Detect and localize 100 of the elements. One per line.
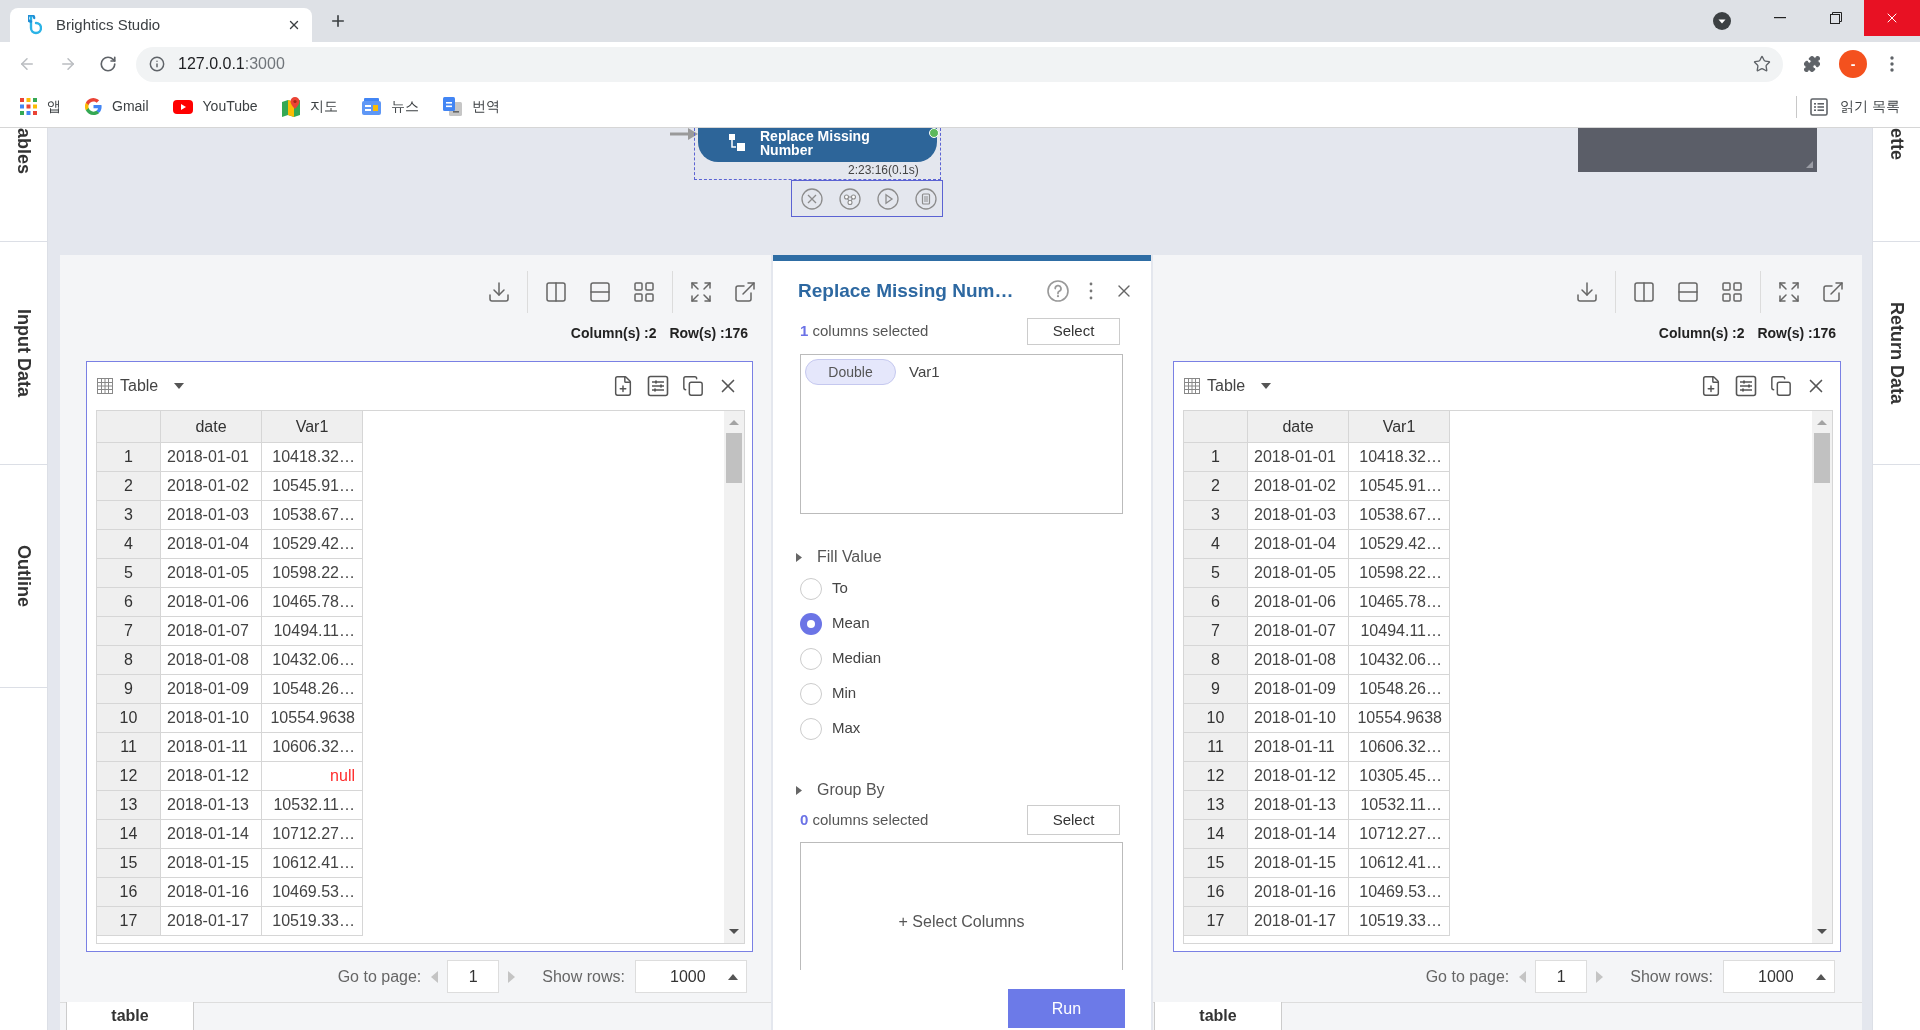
scrollbar-thumb[interactable] — [1814, 433, 1830, 483]
scrollbar[interactable] — [724, 411, 744, 943]
table-cell: 10519.33… — [262, 907, 363, 936]
table-title[interactable]: Table — [120, 374, 159, 398]
sidebar-tab[interactable]: ables — [13, 128, 34, 175]
rows-select[interactable]: 1000 — [635, 960, 747, 993]
row-number: 15 — [1184, 849, 1248, 878]
select-button[interactable]: Select — [1027, 317, 1120, 345]
radio-button[interactable] — [800, 647, 822, 670]
restore-icon[interactable] — [1830, 12, 1842, 24]
fullscreen-icon[interactable] — [1777, 280, 1801, 304]
browser-tab[interactable]: Brightics Studio — [10, 8, 312, 42]
download-icon[interactable] — [1575, 280, 1599, 304]
table-icon — [97, 378, 113, 394]
table-cell: 10418.32… — [262, 443, 363, 472]
radio-label[interactable]: Median — [832, 647, 882, 670]
column-header[interactable]: Var1 — [1349, 411, 1450, 443]
table-cell: 2018-01-13 — [1248, 791, 1349, 820]
column-count: Column(s) :2 — [570, 325, 657, 342]
sidebar-tab[interactable]: Return Data — [1886, 302, 1907, 404]
sidebar-tab[interactable]: ette — [1886, 128, 1907, 160]
bookmark-link[interactable]: Gmail — [85, 95, 149, 118]
add-file-icon[interactable] — [612, 375, 634, 397]
section-label[interactable]: Group By — [817, 778, 885, 802]
column-header[interactable]: date — [161, 411, 262, 443]
dropdown-icon[interactable] — [1713, 12, 1731, 30]
column-settings-icon[interactable] — [1735, 375, 1757, 397]
bookmark-link[interactable]: YouTube — [172, 95, 258, 118]
radio-label[interactable]: To — [832, 577, 848, 600]
play-icon[interactable] — [877, 187, 899, 210]
run-button[interactable]: Run — [1008, 989, 1125, 1028]
column-settings-icon[interactable] — [647, 375, 669, 397]
copy-icon[interactable] — [1770, 375, 1792, 397]
table-cell: 2018-01-16 — [161, 878, 262, 907]
nodes-icon[interactable] — [839, 187, 861, 210]
more-icon[interactable] — [1089, 282, 1093, 300]
reading-list-button[interactable]: 읽기 목록 — [1810, 95, 1900, 118]
download-icon[interactable] — [487, 280, 511, 304]
menu-icon[interactable] — [1890, 56, 1894, 72]
radio-button[interactable] — [800, 612, 822, 635]
page-field[interactable]: 1 — [1535, 960, 1588, 993]
scrollbar[interactable] — [1812, 411, 1832, 943]
bookmark-link[interactable]: 번역 — [442, 95, 500, 118]
puzzle-icon[interactable] — [1803, 55, 1821, 73]
radio-label[interactable]: Max — [832, 717, 861, 740]
reload-icon[interactable] — [99, 55, 117, 73]
run-time: 2:23:16(0.1s) — [848, 163, 919, 177]
select-button[interactable]: Select — [1027, 805, 1120, 835]
split-rows-icon[interactable] — [1676, 280, 1700, 304]
row-number: 5 — [97, 559, 161, 588]
caret-down-icon[interactable] — [174, 383, 185, 389]
scrollbar-thumb[interactable] — [726, 433, 742, 483]
table-cell: 2018-01-11 — [1248, 733, 1349, 762]
document-icon[interactable] — [915, 187, 937, 210]
table-cell: 2018-01-15 — [1248, 849, 1349, 878]
radio-button[interactable] — [800, 717, 822, 740]
select-columns-link[interactable]: + Select Columns — [898, 912, 1025, 932]
bookmark-star-icon[interactable] — [1753, 55, 1771, 73]
table-title[interactable]: Table — [1207, 374, 1246, 398]
page-field[interactable]: 1 — [447, 960, 500, 993]
radio-button[interactable] — [800, 682, 822, 705]
bookmark-link[interactable]: 앱 — [20, 95, 61, 118]
caret-right-icon[interactable] — [796, 785, 802, 795]
caret-right-icon[interactable] — [796, 552, 802, 562]
add-file-icon[interactable] — [1700, 375, 1722, 397]
radio-label[interactable]: Min — [832, 682, 857, 705]
caret-down-icon[interactable] — [1261, 383, 1272, 389]
radio-button[interactable] — [800, 577, 822, 600]
help-icon[interactable] — [1047, 280, 1069, 302]
split-rows-icon[interactable] — [588, 280, 612, 304]
info-icon[interactable] — [149, 56, 165, 72]
resize-handle-icon[interactable] — [1806, 161, 1813, 168]
section-label[interactable]: Fill Value — [817, 545, 882, 569]
copy-icon[interactable] — [682, 375, 704, 397]
grid-layout-icon[interactable] — [632, 280, 656, 304]
external-link-icon[interactable] — [733, 280, 757, 304]
result-tab[interactable]: table — [1154, 1002, 1282, 1030]
scroll-down-icon[interactable] — [1817, 929, 1827, 934]
column-header[interactable]: date — [1248, 411, 1349, 443]
new-tab-icon[interactable] — [329, 12, 347, 30]
split-columns-icon[interactable] — [544, 280, 568, 304]
external-link-icon[interactable] — [1821, 280, 1845, 304]
circle-x-icon[interactable] — [801, 187, 823, 210]
scroll-down-icon[interactable] — [729, 929, 739, 934]
bookmark-link[interactable]: 지도 — [281, 95, 338, 118]
sidebar-tab[interactable]: Input Data — [13, 309, 34, 397]
workflow-node[interactable]: Replace Missing Number — [698, 128, 937, 162]
close-tab-icon[interactable] — [287, 18, 301, 32]
column-header[interactable]: Var1 — [262, 411, 363, 443]
grid-layout-icon[interactable] — [1720, 280, 1744, 304]
radio-label[interactable]: Mean — [832, 612, 870, 635]
result-tab[interactable]: table — [66, 1002, 194, 1030]
sidebar-tab[interactable]: Outline — [13, 545, 34, 607]
fullscreen-icon[interactable] — [689, 280, 713, 304]
split-columns-icon[interactable] — [1632, 280, 1656, 304]
rows-select[interactable]: 1000 — [1723, 960, 1835, 993]
bookmark-link[interactable]: 뉴스 — [361, 95, 419, 118]
minimize-icon[interactable] — [1774, 17, 1786, 19]
address-bar[interactable]: 127.0.0.1:3000 — [136, 46, 1783, 82]
table-cell: 10548.26… — [262, 675, 363, 704]
